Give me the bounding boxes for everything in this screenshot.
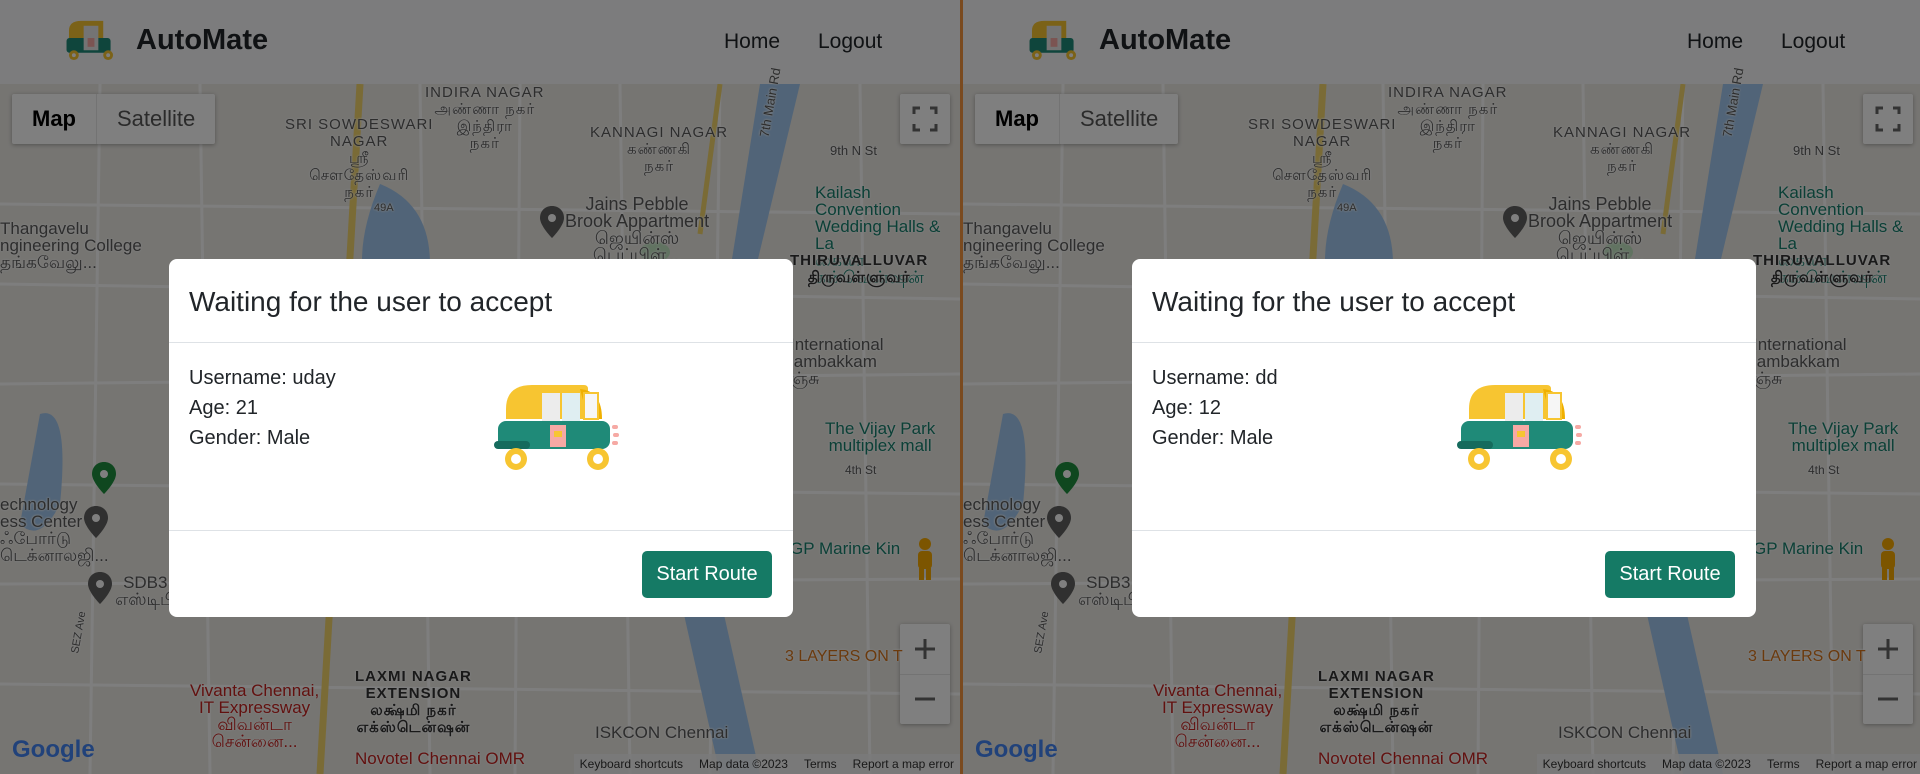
gender-text: Gender: Male (189, 427, 311, 449)
modal-footer-divider (1132, 530, 1756, 531)
waiting-modal: Waiting for the user to accept Username:… (169, 259, 793, 617)
username-text: Username: uday (189, 367, 336, 389)
waiting-modal: Waiting for the user to accept Username:… (1132, 259, 1756, 617)
age-text: Age: 21 (189, 397, 258, 419)
modal-header: Waiting for the user to accept (169, 259, 793, 343)
start-route-button[interactable]: Start Route (642, 551, 772, 598)
app-pane-right: AutoMate Home Logout (963, 0, 1920, 774)
modal-title: Waiting for the user to accept (1152, 286, 1516, 317)
start-route-button[interactable]: Start Route (1605, 551, 1735, 598)
modal-footer-divider (169, 530, 793, 531)
gender-text: Gender: Male (1152, 427, 1274, 449)
modal-title: Waiting for the user to accept (189, 286, 553, 317)
age-text: Age: 12 (1152, 397, 1221, 419)
app-pane-left: AutoMate Home Logout (0, 0, 960, 774)
modal-header: Waiting for the user to accept (1132, 259, 1756, 343)
username-text: Username: dd (1152, 367, 1278, 389)
auto-rickshaw-icon (1457, 385, 1582, 470)
auto-rickshaw-icon (494, 385, 619, 470)
